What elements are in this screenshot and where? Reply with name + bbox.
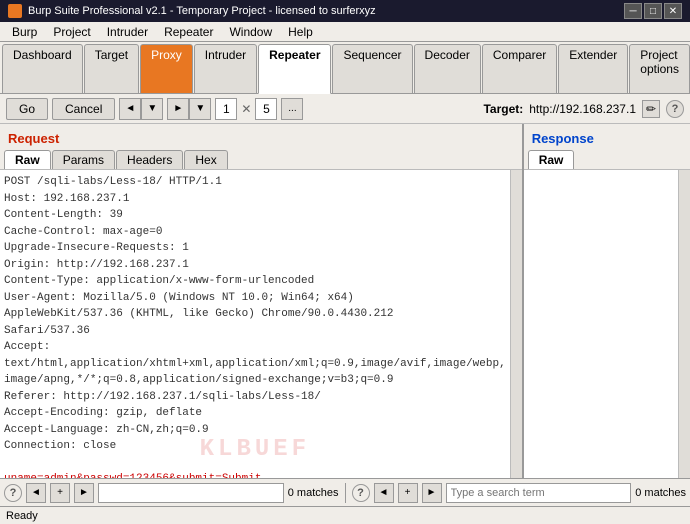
nav-next-button[interactable]: ► bbox=[167, 98, 189, 120]
request-line-9: AppleWebKit/537.36 (KHTML, like Gecko) C… bbox=[4, 306, 506, 323]
bottom-right-help-button[interactable]: ? bbox=[352, 484, 370, 502]
request-line-19: uname=admin&passwd=123456&submit=Submit bbox=[4, 471, 506, 478]
request-line-5: Upgrade-Insecure-Requests: 1 bbox=[4, 240, 506, 257]
edit-target-button[interactable]: ✏ bbox=[642, 100, 660, 118]
toolbar-help-button[interactable]: ? bbox=[666, 100, 684, 118]
target-label: Target: bbox=[483, 102, 523, 116]
app-icon bbox=[8, 4, 22, 18]
titlebar: Burp Suite Professional v2.1 - Temporary… bbox=[0, 0, 690, 22]
request-tabbar: Raw Params Headers Hex bbox=[0, 148, 522, 170]
request-search-input[interactable] bbox=[98, 483, 284, 503]
bottom-divider bbox=[345, 483, 346, 503]
menubar: Burp Project Intruder Repeater Window He… bbox=[0, 22, 690, 42]
request-line-4: Cache-Control: max-age=0 bbox=[4, 224, 506, 241]
ellipsis-button[interactable]: ... bbox=[281, 98, 303, 120]
cancel-button[interactable]: Cancel bbox=[52, 98, 115, 120]
maximize-button[interactable]: □ bbox=[644, 3, 662, 19]
tab-target[interactable]: Target bbox=[84, 44, 139, 93]
bottom-left-help-button[interactable]: ? bbox=[4, 484, 22, 502]
go-button[interactable]: Go bbox=[6, 98, 48, 120]
request-line-10: Safari/537.36 bbox=[4, 323, 506, 340]
response-tab-raw[interactable]: Raw bbox=[528, 150, 575, 169]
request-line-15: Accept-Encoding: gzip, deflate bbox=[4, 405, 506, 422]
request-line-16: Accept-Language: zh-CN,zh;q=0.9 bbox=[4, 422, 506, 439]
response-tabbar: Raw bbox=[524, 148, 690, 170]
tab-extender[interactable]: Extender bbox=[558, 44, 628, 93]
request-line-12: text/html,application/xhtml+xml,applicat… bbox=[4, 356, 506, 373]
nav-next-drop-button[interactable]: ▼ bbox=[189, 98, 211, 120]
response-content[interactable] bbox=[524, 170, 678, 478]
request-line-14: Referer: http://192.168.237.1/sqli-labs/… bbox=[4, 389, 506, 406]
request-tab-params[interactable]: Params bbox=[52, 150, 115, 169]
nav-next-group: ► ▼ bbox=[167, 98, 211, 120]
request-tab-hex[interactable]: Hex bbox=[184, 150, 227, 169]
request-scrollbar[interactable] bbox=[510, 170, 522, 478]
request-tab-headers[interactable]: Headers bbox=[116, 150, 183, 169]
minimize-button[interactable]: ─ bbox=[624, 3, 642, 19]
request-line-8: User-Agent: Mozilla/5.0 (Windows NT 10.0… bbox=[4, 290, 506, 307]
request-num-left: 1 bbox=[215, 98, 237, 120]
request-line-6: Origin: http://192.168.237.1 bbox=[4, 257, 506, 274]
status-text: Ready bbox=[6, 510, 38, 522]
menu-help[interactable]: Help bbox=[280, 23, 321, 41]
menu-window[interactable]: Window bbox=[221, 23, 280, 41]
tab-dashboard[interactable]: Dashboard bbox=[2, 44, 83, 93]
response-panel: Response Raw bbox=[524, 124, 690, 478]
bottom-left-next-button[interactable]: ► bbox=[74, 483, 94, 503]
request-content[interactable]: POST /sqli-labs/Less-18/ HTTP/1.1 Host: … bbox=[0, 170, 510, 478]
request-num-right: 5 bbox=[255, 98, 277, 120]
app-title: Burp Suite Professional v2.1 - Temporary… bbox=[28, 5, 376, 17]
tab-project-options[interactable]: Project options bbox=[629, 44, 690, 93]
nav-prev-button[interactable]: ◄ bbox=[119, 98, 141, 120]
response-search-input[interactable] bbox=[446, 483, 632, 503]
request-panel: Request Raw Params Headers Hex POST /sql… bbox=[0, 124, 524, 478]
bottom-left-prev-button[interactable]: ◄ bbox=[26, 483, 46, 503]
request-line-2: Host: 192.168.237.1 bbox=[4, 191, 506, 208]
request-line-18 bbox=[4, 455, 506, 472]
response-scrollbar[interactable] bbox=[678, 170, 690, 478]
bottom-left-add-button[interactable]: + bbox=[50, 483, 70, 503]
tab-comparer[interactable]: Comparer bbox=[482, 44, 557, 93]
menu-intruder[interactable]: Intruder bbox=[99, 23, 156, 41]
request-line-11: Accept: bbox=[4, 339, 506, 356]
request-line-7: Content-Type: application/x-www-form-url… bbox=[4, 273, 506, 290]
request-header: Request bbox=[0, 124, 522, 148]
main-tabbar: Dashboard Target Proxy Intruder Repeater… bbox=[0, 42, 690, 94]
request-line-13: image/apng,*/*;q=0.8,application/signed-… bbox=[4, 372, 506, 389]
menu-burp[interactable]: Burp bbox=[4, 23, 45, 41]
status-bar: Ready bbox=[0, 506, 690, 524]
toolbar: Go Cancel ◄ ▼ ► ▼ 1 ✕ 5 ... Target: http… bbox=[0, 94, 690, 124]
nav-prev-group: ◄ ▼ bbox=[119, 98, 163, 120]
bottom-right-prev-button[interactable]: ◄ bbox=[374, 483, 394, 503]
content-area: Request Raw Params Headers Hex POST /sql… bbox=[0, 124, 690, 478]
tab-repeater[interactable]: Repeater bbox=[258, 44, 331, 94]
window-controls[interactable]: ─ □ ✕ bbox=[624, 3, 682, 19]
tab-sequencer[interactable]: Sequencer bbox=[332, 44, 412, 93]
tab-intruder[interactable]: Intruder bbox=[194, 44, 257, 93]
request-tab-raw[interactable]: Raw bbox=[4, 150, 51, 169]
tab-proxy[interactable]: Proxy bbox=[140, 44, 193, 93]
menu-repeater[interactable]: Repeater bbox=[156, 23, 221, 41]
response-header: Response bbox=[524, 124, 690, 148]
bottom-bar: ? ◄ + ► 0 matches ? ◄ + ► 0 matches bbox=[0, 478, 690, 506]
request-line-3: Content-Length: 39 bbox=[4, 207, 506, 224]
response-matches-label: 0 matches bbox=[635, 487, 686, 499]
tab-decoder[interactable]: Decoder bbox=[414, 44, 481, 93]
bottom-right-add-button[interactable]: + bbox=[398, 483, 418, 503]
target-url: http://192.168.237.1 bbox=[529, 102, 636, 116]
num-separator: ✕ bbox=[241, 102, 251, 116]
bottom-right-next-button[interactable]: ► bbox=[422, 483, 442, 503]
request-line-17: Connection: close bbox=[4, 438, 506, 455]
target-info: Target: http://192.168.237.1 ✏ ? bbox=[483, 100, 684, 118]
request-line-1: POST /sqli-labs/Less-18/ HTTP/1.1 bbox=[4, 174, 506, 191]
titlebar-title-group: Burp Suite Professional v2.1 - Temporary… bbox=[8, 4, 376, 18]
nav-prev-drop-button[interactable]: ▼ bbox=[141, 98, 163, 120]
request-matches-label: 0 matches bbox=[288, 487, 339, 499]
close-button[interactable]: ✕ bbox=[664, 3, 682, 19]
menu-project[interactable]: Project bbox=[45, 23, 98, 41]
